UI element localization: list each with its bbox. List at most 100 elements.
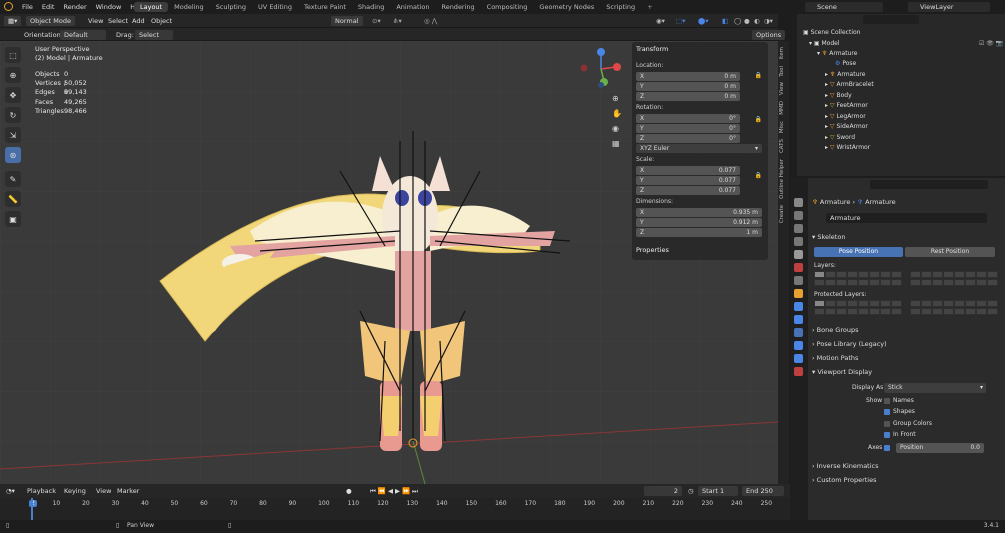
layer-toggle[interactable] xyxy=(976,308,987,315)
record-icon[interactable]: ● xyxy=(346,486,352,496)
view-layer-tab-icon[interactable] xyxy=(794,237,803,246)
tab-misc[interactable]: Misc xyxy=(779,121,785,133)
rotate-tool-icon[interactable]: ↻ xyxy=(5,107,21,123)
menu-select[interactable]: Select xyxy=(108,16,128,26)
layer-toggle[interactable] xyxy=(932,279,943,286)
playhead[interactable] xyxy=(31,498,33,520)
view-layer-selector[interactable]: ViewLayer xyxy=(908,2,990,12)
menu-edit[interactable]: Edit xyxy=(42,3,55,11)
dimensions-y-field[interactable]: Y 0.912 m xyxy=(636,218,762,227)
layer-toggle[interactable] xyxy=(910,279,921,286)
location-x-field[interactable]: X 0 m xyxy=(636,72,740,81)
modifier-tab-icon[interactable] xyxy=(794,302,803,311)
layer-toggle[interactable] xyxy=(987,308,998,315)
add-workspace-button[interactable]: + xyxy=(641,2,658,12)
visibility-eye-icon[interactable]: ☑ 👁 📷 xyxy=(979,39,1003,49)
layer-toggle[interactable] xyxy=(954,300,965,307)
properties-subpanel[interactable]: Properties xyxy=(632,243,768,257)
axes-position-field[interactable]: Position 0.0 xyxy=(896,443,984,453)
menu-window[interactable]: Window xyxy=(96,3,122,11)
layer-toggle[interactable] xyxy=(858,308,869,315)
layer-toggle[interactable] xyxy=(891,279,902,286)
outliner-item[interactable]: ▸ ▽ Sword xyxy=(825,133,855,143)
layer-toggle[interactable] xyxy=(987,300,998,307)
layer-toggle[interactable] xyxy=(932,271,943,278)
solid-shading-icon[interactable]: ● xyxy=(744,16,750,26)
transform-tool-icon[interactable]: ⊛ xyxy=(5,147,21,163)
scale-z-field[interactable]: Z 0.077 xyxy=(636,186,740,195)
tab-compositing[interactable]: Compositing xyxy=(481,2,534,12)
tab-modeling[interactable]: Modeling xyxy=(168,2,210,12)
menu-object[interactable]: Object xyxy=(151,16,172,26)
layer-toggle[interactable] xyxy=(943,300,954,307)
inverse-kinematics-header[interactable]: › Inverse Kinematics xyxy=(812,462,879,470)
layer-toggle[interactable] xyxy=(880,300,891,307)
outliner-item[interactable]: ▣ Scene Collection xyxy=(803,28,860,38)
layer-toggle[interactable] xyxy=(921,300,932,307)
layer-toggle[interactable] xyxy=(825,271,836,278)
tab-uv-editing[interactable]: UV Editing xyxy=(252,2,298,12)
layer-toggle[interactable] xyxy=(880,271,891,278)
lock-icon[interactable]: 🔒 xyxy=(755,116,762,123)
mode-selector[interactable]: Object Mode xyxy=(26,16,75,26)
outliner-search-input[interactable] xyxy=(863,15,919,24)
layer-toggle[interactable] xyxy=(921,279,932,286)
gizmo-icon[interactable]: ⬚▾ xyxy=(676,16,685,26)
tab-item[interactable]: Item xyxy=(779,47,785,60)
tab-cats[interactable]: CATS xyxy=(779,139,785,153)
physics-tab-icon[interactable] xyxy=(794,315,803,324)
outliner-item[interactable]: ▾ ▣ Model xyxy=(809,39,840,49)
orientation-dropdown[interactable]: Default xyxy=(60,30,106,40)
layer-toggle[interactable] xyxy=(965,271,976,278)
layer-toggle[interactable] xyxy=(880,308,891,315)
names-checkbox[interactable]: Names xyxy=(884,397,914,404)
navigation-gizmo[interactable]: ⊕ ✋ ◉ ▦ xyxy=(578,45,626,155)
layer-toggle[interactable] xyxy=(814,271,825,278)
layer-toggle[interactable] xyxy=(910,271,921,278)
properties-search-input[interactable] xyxy=(870,180,988,189)
outliner-item[interactable]: ▸ ▽ FeetArmor xyxy=(825,101,868,111)
tab-tool[interactable]: Tool xyxy=(779,66,785,77)
layer-toggle[interactable] xyxy=(825,279,836,286)
rotation-x-field[interactable]: X 0° xyxy=(636,114,740,123)
tab-scripting[interactable]: Scripting xyxy=(600,2,641,12)
lock-icon[interactable]: 🔒 xyxy=(755,72,762,79)
layer-toggle[interactable] xyxy=(965,279,976,286)
armature-name-field[interactable]: Armature xyxy=(826,213,987,223)
camera-view-icon[interactable]: ◉ xyxy=(612,124,619,133)
layer-toggle[interactable] xyxy=(858,279,869,286)
neg-z-axis-icon[interactable] xyxy=(598,82,604,88)
shapes-checkbox[interactable]: Shapes xyxy=(884,408,915,415)
material-shading-icon[interactable]: ◐ xyxy=(754,16,760,26)
menu-file[interactable]: File xyxy=(22,3,33,11)
layer-toggle[interactable] xyxy=(932,300,943,307)
texture-tab-icon[interactable] xyxy=(794,367,803,376)
layer-toggle[interactable] xyxy=(836,271,847,278)
cursor-tool-icon[interactable]: ⊕ xyxy=(5,67,21,83)
display-as-dropdown[interactable]: Stick ▾ xyxy=(884,383,986,393)
layer-toggle[interactable] xyxy=(858,300,869,307)
options-dropdown[interactable]: Options xyxy=(752,30,786,40)
layer-toggle[interactable] xyxy=(891,300,902,307)
timeline-area[interactable]: 2 10 20 30 40 50 60 70 80 90 100 110 120 130 140 150 160… xyxy=(0,498,790,520)
menu-playback[interactable]: Playback xyxy=(27,486,56,496)
layer-toggle[interactable] xyxy=(847,300,858,307)
layer-toggle[interactable] xyxy=(976,271,987,278)
layer-toggle[interactable] xyxy=(932,308,943,315)
layer-toggle[interactable] xyxy=(954,271,965,278)
layer-toggle[interactable] xyxy=(987,271,998,278)
location-z-field[interactable]: Z 0 m xyxy=(636,92,740,101)
tab-view[interactable]: View xyxy=(779,82,785,95)
layer-toggle[interactable] xyxy=(965,300,976,307)
armature-data-tab-icon[interactable] xyxy=(794,328,803,337)
dimensions-x-field[interactable]: X 0.935 m xyxy=(636,208,762,217)
layer-toggle[interactable] xyxy=(836,279,847,286)
outliner-item[interactable]: ▾ ♆ Armature xyxy=(817,49,857,59)
layer-toggle[interactable] xyxy=(847,279,858,286)
layer-toggle[interactable] xyxy=(869,271,880,278)
zoom-icon[interactable]: ⊕ xyxy=(612,94,619,103)
layer-toggle[interactable] xyxy=(847,308,858,315)
layer-toggle[interactable] xyxy=(954,279,965,286)
layer-toggle[interactable] xyxy=(976,279,987,286)
outliner-item[interactable]: ⚙ Pose xyxy=(835,59,856,69)
